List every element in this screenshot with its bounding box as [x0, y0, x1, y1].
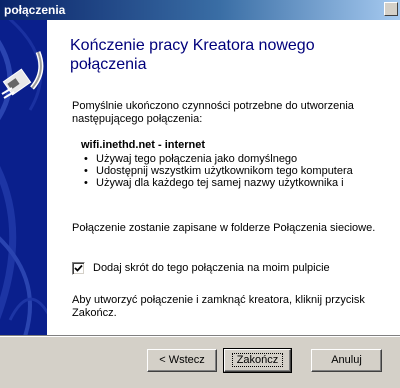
button-separator — [0, 335, 400, 337]
window-title: połączenia — [4, 3, 66, 17]
list-item: Używaj dla każdego tej samej nazwy użytk… — [84, 177, 353, 189]
finish-info-text: Aby utworzyć połączenie i zamknąć kreato… — [72, 294, 365, 319]
list-item: Używaj tego połączenia jako domyślnego — [84, 153, 353, 165]
network-cable-plug-icon — [1, 51, 44, 99]
shortcut-checkbox[interactable] — [72, 262, 85, 275]
page-heading: Kończenie pracy Kreatora nowego połączen… — [70, 37, 315, 73]
cancel-button[interactable]: Anuluj — [311, 349, 382, 372]
wizard-window: połączenia Kończenie pracy Kreatora nowe… — [0, 0, 400, 388]
intro-text: Pomyślnie ukończono czynności potrzebne … — [72, 100, 354, 125]
finish-button-label: Zakończ — [231, 353, 284, 367]
finish-button[interactable]: Zakończ — [223, 348, 292, 373]
connection-name: wifi.inethd.net - internet — [81, 139, 206, 151]
connection-options-list: Używaj tego połączenia jako domyślnego U… — [84, 153, 353, 189]
wizard-sidebar — [0, 20, 47, 335]
save-info-text: Połączenie zostanie zapisane w folderze … — [72, 222, 376, 234]
title-bar[interactable]: połączenia — [0, 0, 400, 20]
checkmark-icon — [74, 264, 83, 272]
wizard-content-panel: Kończenie pracy Kreatora nowego połączen… — [47, 20, 400, 335]
window-control-button[interactable] — [384, 2, 398, 16]
shortcut-checkbox-label[interactable]: Dodaj skrót do tego połączenia na moim p… — [93, 262, 330, 274]
list-item: Udostępnij wszystkim użytkownikom tego k… — [84, 165, 353, 177]
back-button[interactable]: < Wstecz — [147, 349, 217, 372]
